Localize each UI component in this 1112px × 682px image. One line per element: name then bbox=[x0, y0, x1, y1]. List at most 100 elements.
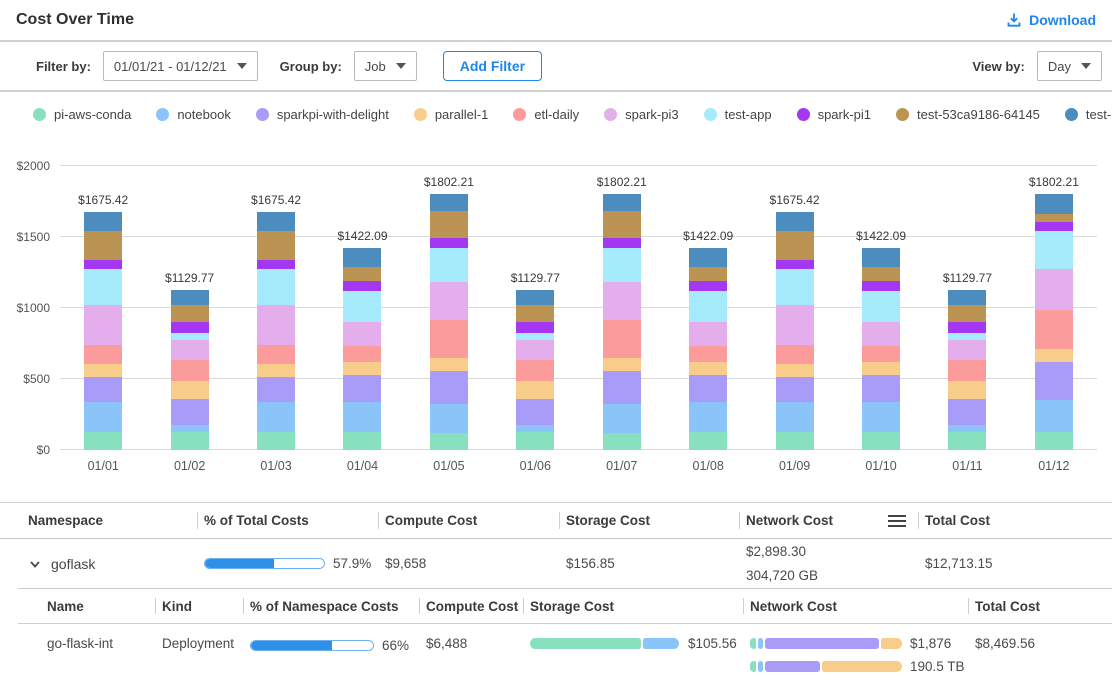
bar-segment-parallel-1 bbox=[257, 364, 295, 377]
bar-total-label: $1129.77 bbox=[511, 271, 560, 285]
bar-segment-parallel-1 bbox=[343, 362, 381, 375]
bar-segment-test-app bbox=[171, 333, 209, 341]
bar-segment-etl-daily bbox=[257, 345, 295, 364]
bar-total-label: $1675.42 bbox=[770, 193, 820, 207]
column-menu-icon[interactable] bbox=[887, 514, 907, 528]
chart-bar-01/05: $1802.21 bbox=[406, 166, 492, 450]
progress-bar bbox=[250, 640, 374, 651]
storage-cost-bar bbox=[530, 638, 680, 649]
bar-segment-sparkpi-with-delight bbox=[1035, 362, 1073, 400]
caret-down-icon bbox=[237, 63, 247, 69]
legend-item-test-pkix[interactable]: test-pkix bbox=[1065, 107, 1112, 122]
legend-items: pi-aws-conda notebook sparkpi-with-delight… bbox=[33, 107, 1112, 122]
cost-table: Namespace % of Total Costs Compute Cost … bbox=[0, 502, 1112, 681]
bar-total-label: $1129.77 bbox=[943, 271, 992, 285]
chevron-down-icon[interactable] bbox=[28, 557, 42, 571]
column-header-kind: Kind bbox=[162, 589, 250, 623]
x-axis-tick-label: 01/10 bbox=[838, 459, 924, 473]
x-axis-tick-label: 01/09 bbox=[751, 459, 837, 473]
chart-bar-01/03: $1675.42 bbox=[233, 166, 319, 450]
pct-namespace-costs-cell: 66% bbox=[250, 624, 426, 653]
bar-segment-spark-pi3 bbox=[1035, 269, 1073, 311]
legend-label: test-pkix bbox=[1086, 107, 1112, 122]
bar-segment-notebook bbox=[948, 425, 986, 432]
bar-segment-test-pkix bbox=[171, 290, 209, 305]
bar-segment-test-53ca9186-64145 bbox=[84, 231, 122, 260]
bar-segment bbox=[822, 661, 902, 672]
legend-label: sparkpi-with-delight bbox=[277, 107, 389, 122]
legend-item-spark-pi3[interactable]: spark-pi3 bbox=[604, 107, 678, 122]
bar-segment-test-pkix bbox=[776, 212, 814, 231]
bar-segment-test-app bbox=[603, 248, 641, 282]
legend-label: parallel-1 bbox=[435, 107, 488, 122]
bar-segment-spark-pi3 bbox=[862, 322, 900, 346]
bar-segment bbox=[643, 638, 679, 649]
bar-segment-sparkpi-with-delight bbox=[430, 371, 468, 404]
legend-item-etl-daily[interactable]: etl-daily bbox=[513, 107, 579, 122]
bar-segment-parallel-1 bbox=[1035, 349, 1073, 362]
cost-table-header: Namespace % of Total Costs Compute Cost … bbox=[0, 503, 1112, 539]
y-axis-tick-label: $1000 bbox=[17, 301, 50, 315]
bar-segment-parallel-1 bbox=[430, 358, 468, 372]
chart-bar-01/06: $1129.77 bbox=[492, 166, 578, 450]
bar-segment-test-pkix bbox=[689, 248, 727, 267]
bar-segment-test-53ca9186-64145 bbox=[862, 267, 900, 281]
bar-segment-notebook bbox=[862, 402, 900, 433]
compute-cost-cell: $9,658 bbox=[385, 556, 566, 571]
chart-bar-01/07: $1802.21 bbox=[579, 166, 665, 450]
legend-item-test-53ca9186-64145[interactable]: test-53ca9186-64145 bbox=[896, 107, 1040, 122]
date-range-value: 01/01/21 - 01/12/21 bbox=[114, 59, 227, 74]
workload-name-cell: go-flask-int bbox=[47, 624, 162, 651]
bar-segment-parallel-1 bbox=[516, 381, 554, 398]
chart-bar-01/04: $1422.09 bbox=[319, 166, 405, 450]
legend-item-sparkpi-with-delight[interactable]: sparkpi-with-delight bbox=[256, 107, 389, 122]
legend-item-parallel-1[interactable]: parallel-1 bbox=[414, 107, 488, 122]
bar-segment-sparkpi-with-delight bbox=[862, 375, 900, 402]
group-by-label: Group by: bbox=[280, 59, 342, 74]
group-by-value: Job bbox=[365, 59, 386, 74]
chart-bar-01/10: $1422.09 bbox=[838, 166, 924, 450]
bar-segment-etl-daily bbox=[343, 346, 381, 363]
bar-segment-test-app bbox=[84, 269, 122, 305]
download-icon bbox=[1006, 12, 1022, 28]
legend-item-spark-pi1[interactable]: spark-pi1 bbox=[797, 107, 871, 122]
legend-label: etl-daily bbox=[534, 107, 579, 122]
bar-segment-parallel-1 bbox=[776, 364, 814, 377]
legend-item-notebook[interactable]: notebook bbox=[156, 107, 231, 122]
bar-segment-spark-pi3 bbox=[84, 305, 122, 346]
bar-segment-test-app bbox=[257, 269, 295, 305]
add-filter-button[interactable]: Add Filter bbox=[443, 51, 542, 81]
bar-segment-spark-pi1 bbox=[862, 281, 900, 291]
legend-item-test-app[interactable]: test-app bbox=[704, 107, 772, 122]
bar-segment-test-app bbox=[776, 269, 814, 305]
bar-segment-test-app bbox=[689, 291, 727, 322]
compute-cost-cell: $6,488 bbox=[426, 624, 530, 651]
x-axis-tick-label: 01/11 bbox=[924, 459, 1010, 473]
bar-segment-sparkpi-with-delight bbox=[171, 399, 209, 425]
bar-segment-pi-aws-conda bbox=[689, 432, 727, 450]
namespace-row-goflask: goflask 57.9% $9,658 $156.85 $2,898.30 3… bbox=[0, 539, 1112, 588]
total-cost-cell: $12,713.15 bbox=[925, 556, 1096, 571]
bar-segment-etl-daily bbox=[862, 346, 900, 363]
chart-x-axis: 01/0101/0201/0301/0401/0501/0601/0701/08… bbox=[60, 450, 1097, 473]
bar-segment-etl-daily bbox=[776, 345, 814, 364]
bar-total-label: $1802.21 bbox=[424, 175, 474, 189]
legend-item-pi-aws-conda[interactable]: pi-aws-conda bbox=[33, 107, 131, 122]
column-header-storage-cost: Storage Cost bbox=[530, 589, 750, 623]
bar-segment-pi-aws-conda bbox=[257, 432, 295, 450]
bar-segment-pi-aws-conda bbox=[1035, 432, 1073, 451]
download-button[interactable]: Download bbox=[1006, 12, 1096, 28]
legend-dot-icon bbox=[896, 108, 909, 121]
bar-segment-spark-pi3 bbox=[603, 282, 641, 321]
bar-segment-etl-daily bbox=[430, 320, 468, 357]
view-by-select[interactable]: Day bbox=[1037, 51, 1102, 81]
bar-segment-spark-pi3 bbox=[171, 340, 209, 360]
network-cost-value: $1,876 bbox=[910, 638, 951, 649]
bar-total-label: $1675.42 bbox=[251, 193, 301, 207]
bar-segment-notebook bbox=[257, 402, 295, 432]
group-by-select[interactable]: Job bbox=[354, 51, 417, 81]
legend-dot-icon bbox=[156, 108, 169, 121]
date-range-select[interactable]: 01/01/21 - 01/12/21 bbox=[103, 51, 258, 81]
column-header-name: Name bbox=[47, 589, 162, 623]
column-header-total-cost: Total Cost bbox=[925, 503, 1096, 538]
